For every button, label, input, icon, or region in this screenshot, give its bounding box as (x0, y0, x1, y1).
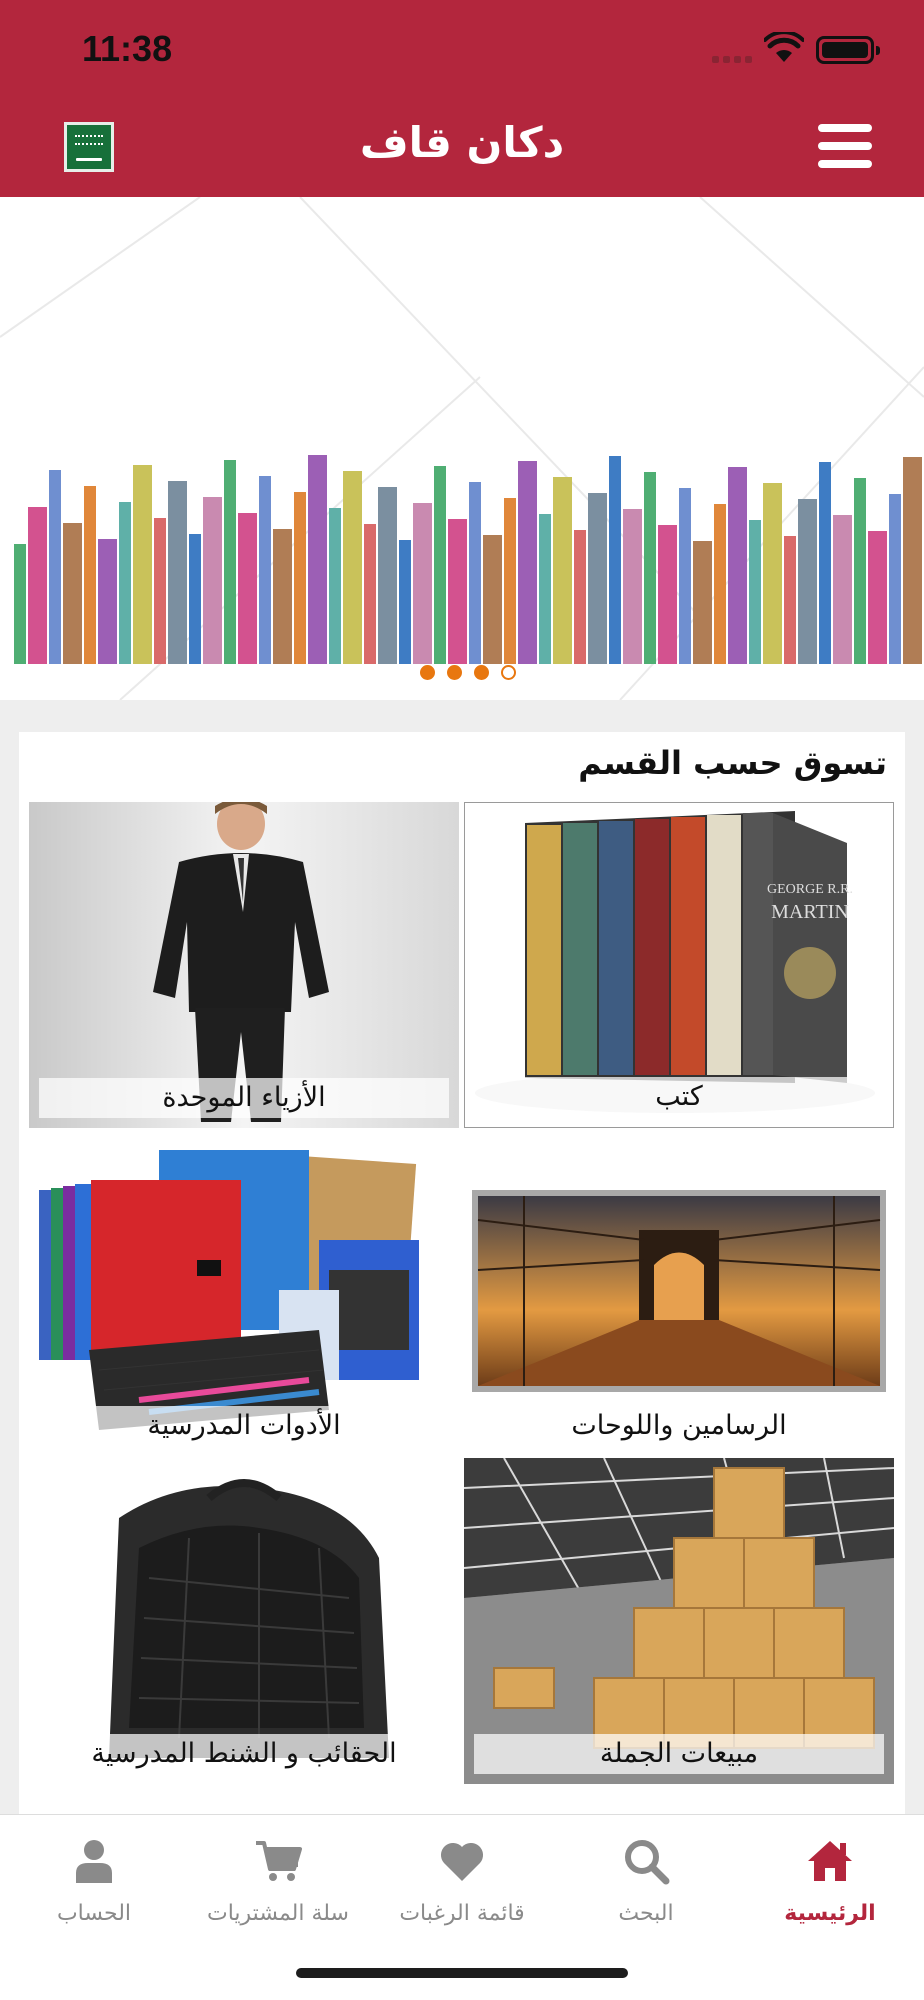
banner-book (609, 456, 621, 664)
banner-book (553, 477, 572, 664)
app-title: دكان قاف (359, 118, 565, 167)
banner-book (189, 534, 201, 664)
banner-book (483, 535, 502, 664)
banner-book (259, 476, 271, 664)
tab-home[interactable]: الرئيسية (738, 1835, 922, 1945)
banner-book (903, 457, 922, 664)
banner-book (238, 513, 257, 664)
tab-label: الحساب (56, 1901, 132, 1926)
category-tile-school-supplies[interactable]: الأدوات المدرسية (29, 1130, 459, 1456)
banner-book (854, 478, 866, 664)
section-title: تسوق حسب القسم (578, 744, 887, 782)
banner-book (763, 483, 782, 664)
banner-book (644, 472, 656, 664)
banner-book (399, 540, 411, 664)
heart-icon (440, 1842, 484, 1881)
banner-book (294, 492, 306, 664)
banner-book (343, 471, 362, 664)
category-label: كتب (475, 1077, 883, 1117)
category-label: الرسامين واللوحات (474, 1406, 884, 1446)
banner-book (833, 515, 852, 664)
cart-icon (256, 1841, 302, 1881)
tab-label: البحث (618, 1901, 674, 1926)
carousel-dot[interactable] (447, 665, 462, 680)
home-icon (808, 1841, 852, 1881)
banner-book (378, 487, 397, 664)
category-tile-wholesale[interactable]: مبيعات الجملة (464, 1458, 894, 1784)
banner-book (63, 523, 82, 664)
banner-book (133, 465, 152, 664)
tab-search[interactable]: البحث (554, 1835, 738, 1945)
search-icon (625, 1840, 670, 1885)
banner-book (889, 494, 901, 664)
banner-book (203, 497, 222, 664)
bookshelf-banner-image (0, 197, 924, 700)
svg-text:GEORGE R.R.: GEORGE R.R. (767, 882, 853, 897)
user-icon (76, 1840, 112, 1883)
banner-book (868, 531, 887, 664)
category-tile-paintings[interactable]: الرسامين واللوحات (464, 1130, 894, 1456)
banner-book (714, 504, 726, 664)
banner-book (49, 470, 61, 664)
banner-book (308, 455, 327, 664)
tab-account[interactable]: الحساب (2, 1835, 186, 1945)
banner-book (168, 481, 187, 664)
tab-label: الرئيسية (784, 1901, 876, 1926)
banner-book (28, 507, 47, 664)
banner-book (84, 486, 96, 664)
banner-book (448, 519, 467, 664)
banner-book (154, 518, 166, 664)
tab-label: قائمة الرغبات (399, 1901, 525, 1926)
category-label: الحقائب و الشنط المدرسية (39, 1734, 449, 1774)
banner-book (119, 502, 131, 664)
banner-book (504, 498, 516, 664)
banner-book (588, 493, 607, 664)
banner-book (518, 461, 537, 664)
carousel-dot-active[interactable] (501, 665, 516, 680)
banner-book (819, 462, 831, 664)
banner-book (14, 544, 26, 664)
banner-book (798, 499, 817, 664)
banner-book (413, 503, 432, 664)
banner-book (679, 488, 691, 664)
banner-carousel[interactable] (0, 197, 924, 700)
svg-text:MARTIN: MARTIN (771, 901, 849, 923)
banner-book (574, 530, 586, 664)
banner-book (693, 541, 712, 664)
home-indicator (296, 1968, 628, 1978)
banner-book (784, 536, 796, 664)
category-label: الأدوات المدرسية (39, 1406, 449, 1446)
category-label: الأزياء الموحدة (39, 1078, 449, 1118)
banner-book (434, 466, 446, 664)
tab-cart[interactable]: سلة المشتريات (186, 1835, 370, 1945)
app-header: 11:38 دكان قاف (0, 0, 924, 197)
banner-book (749, 520, 761, 664)
category-label: مبيعات الجملة (474, 1734, 884, 1774)
category-tile-uniforms[interactable]: الأزياء الموحدة (29, 802, 459, 1128)
banner-book (98, 539, 117, 664)
saudi-flag-icon[interactable] (64, 122, 114, 172)
banner-book (728, 467, 747, 664)
banner-book (273, 529, 292, 664)
cellular-signal-icon (712, 56, 752, 63)
wifi-icon (764, 32, 804, 62)
tab-wishlist[interactable]: قائمة الرغبات (370, 1835, 554, 1945)
banner-book (658, 525, 677, 664)
banner-book (329, 508, 341, 664)
status-time: 11:38 (82, 28, 173, 69)
battery-icon (816, 36, 880, 64)
banner-book (539, 514, 551, 664)
banner-book (469, 482, 481, 664)
category-tile-books[interactable]: GEORGE R.R. MARTIN كتب (464, 802, 894, 1128)
banner-book (224, 460, 236, 664)
hamburger-menu-icon[interactable] (818, 124, 872, 168)
carousel-dots[interactable] (420, 665, 516, 680)
banner-book (364, 524, 376, 664)
category-tile-bags[interactable]: الحقائب و الشنط المدرسية (29, 1458, 459, 1784)
shop-by-category-card: تسوق حسب القسم GEORGE R.R. MARTIN كتب ال… (19, 732, 905, 1814)
tab-label: سلة المشتريات (207, 1901, 349, 1926)
carousel-dot[interactable] (474, 665, 489, 680)
carousel-dot[interactable] (420, 665, 435, 680)
banner-book (623, 509, 642, 664)
